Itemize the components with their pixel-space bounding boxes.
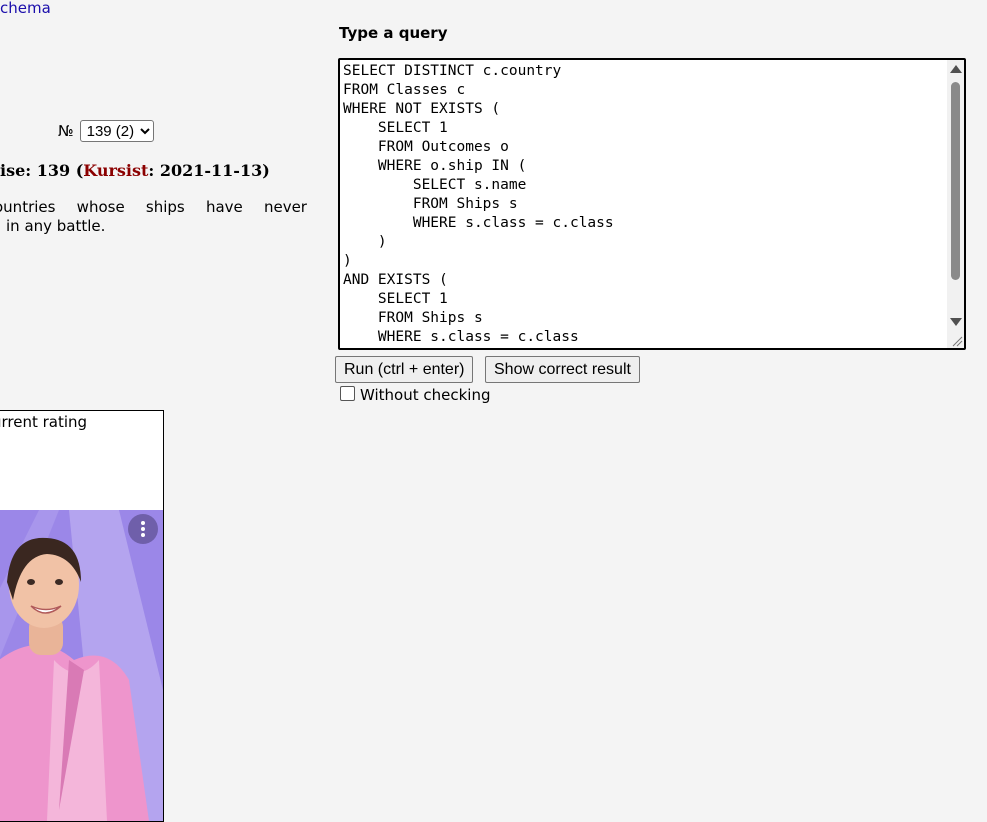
- editor-scrollbar[interactable]: [947, 60, 964, 348]
- without-checking-option[interactable]: Without checking: [340, 385, 491, 404]
- advertisement-image[interactable]: [0, 510, 163, 821]
- query-editor[interactable]: SELECT DISTINCT c.country FROM Classes c…: [338, 58, 966, 350]
- exercise-title: ise: 139 (Kursist: 2021-11-13): [0, 161, 270, 180]
- query-label: Type a query: [339, 24, 448, 42]
- query-text[interactable]: SELECT DISTINCT c.country FROM Classes c…: [340, 60, 964, 347]
- scroll-down-icon[interactable]: [950, 318, 962, 326]
- exercise-text-line1: ountries whose ships have never: [0, 198, 307, 217]
- exercise-author: Kursist: [83, 161, 149, 180]
- exercise-number-select[interactable]: 139 (2): [79, 120, 154, 142]
- schema-link[interactable]: chema: [0, 0, 51, 17]
- exercise-number: № 139 (2): [58, 120, 154, 142]
- resize-grip-icon[interactable]: [951, 335, 963, 347]
- exercise-word: ships: [145, 198, 185, 216]
- run-button[interactable]: Run (ctrl + enter): [335, 356, 474, 383]
- without-checking-label: Without checking: [360, 386, 491, 404]
- exercise-text-line2: in any battle.: [6, 217, 106, 235]
- exercise-word: ountries: [0, 198, 56, 216]
- exercise-title-prefix: ise: 139 (: [0, 161, 84, 180]
- rating-label: urrent rating: [0, 413, 88, 431]
- show-correct-result-button[interactable]: Show correct result: [485, 356, 640, 383]
- without-checking-checkbox[interactable]: [340, 385, 355, 401]
- exercise-title-suffix: : 2021-11-13): [148, 161, 270, 180]
- ad-illustration: [0, 510, 163, 821]
- rating-panel: urrent rating: [0, 410, 164, 822]
- ad-menu-icon[interactable]: [128, 514, 158, 544]
- scroll-thumb[interactable]: [951, 82, 960, 280]
- exercise-word: have: [205, 198, 243, 216]
- scroll-up-icon[interactable]: [950, 65, 962, 73]
- exercise-word: whose: [76, 198, 125, 216]
- exercise-text: ountries whose ships have never in any b…: [0, 198, 307, 236]
- exercise-word: never: [263, 198, 307, 216]
- number-symbol: №: [58, 122, 74, 140]
